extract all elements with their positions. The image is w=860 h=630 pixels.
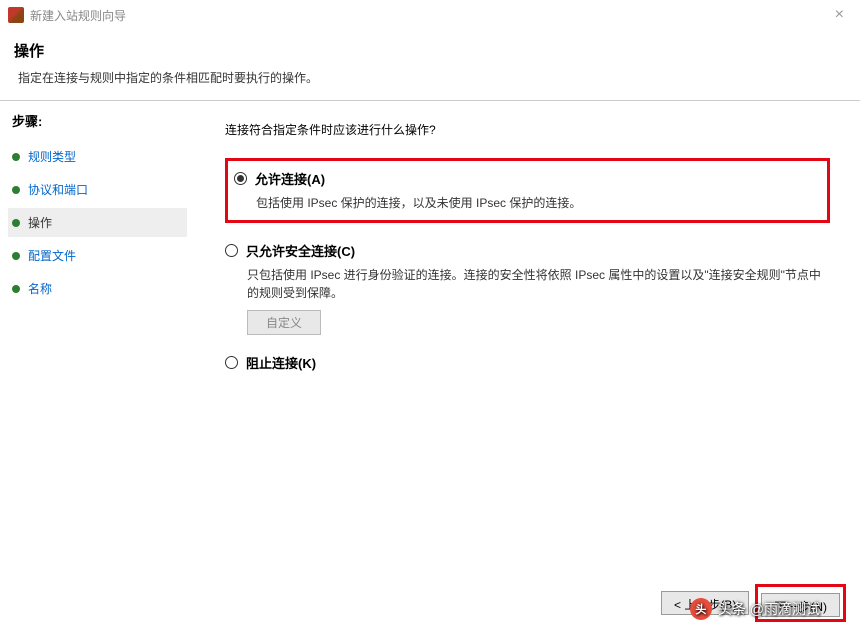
sidebar-item-label: 操作 [28,214,52,231]
option-description: 只包括使用 IPsec 进行身份验证的连接。连接的安全性将依照 IPsec 属性… [247,266,830,302]
sidebar-item-name[interactable]: 名称 [8,274,187,303]
radio-secure[interactable] [225,244,238,257]
sidebar-item-label: 协议和端口 [28,181,88,198]
content-question: 连接符合指定条件时应该进行什么操作? [225,121,830,138]
radio-label: 阻止连接(K) [246,353,316,372]
sidebar-item-profile[interactable]: 配置文件 [8,241,187,270]
steps-sidebar: 步骤: 规则类型 协议和端口 操作 配置文件 名称 [0,101,195,591]
radio-label: 允许连接(A) [255,169,325,188]
radio-label: 只允许安全连接(C) [246,241,355,260]
wizard-footer: < 上一步(B) 下一步(N) [661,584,846,622]
bullet-icon [12,186,20,194]
bullet-icon [12,252,20,260]
window-title: 新建入站规则向导 [30,7,126,24]
option-block-connection[interactable]: 阻止连接(K) [225,353,830,372]
customize-button: 自定义 [247,310,321,335]
bullet-icon [12,153,20,161]
next-highlight-box: 下一步(N) [755,584,846,622]
bullet-icon [12,219,20,227]
sidebar-item-label: 规则类型 [28,148,76,165]
bullet-icon [12,285,20,293]
sidebar-item-label: 名称 [28,280,52,297]
close-icon[interactable]: × [827,6,852,24]
next-button[interactable]: 下一步(N) [761,593,840,617]
app-icon [8,7,24,23]
sidebar-title: 步骤: [8,111,187,130]
radio-block[interactable] [225,356,238,369]
option-allow-connection[interactable]: 允许连接(A) 包括使用 IPsec 保护的连接，以及未使用 IPsec 保护的… [225,158,830,223]
titlebar: 新建入站规则向导 × [0,0,860,30]
wizard-header: 操作 指定在连接与规则中指定的条件相匹配时要执行的操作。 [0,30,860,101]
sidebar-item-action[interactable]: 操作 [8,208,187,237]
page-subtitle: 指定在连接与规则中指定的条件相匹配时要执行的操作。 [18,69,846,86]
page-title: 操作 [14,40,846,61]
option-allow-secure[interactable]: 只允许安全连接(C) 只包括使用 IPsec 进行身份验证的连接。连接的安全性将… [225,241,830,335]
sidebar-item-protocol-port[interactable]: 协议和端口 [8,175,187,204]
wizard-content: 连接符合指定条件时应该进行什么操作? 允许连接(A) 包括使用 IPsec 保护… [195,101,860,591]
sidebar-item-label: 配置文件 [28,247,76,264]
option-description: 包括使用 IPsec 保护的连接，以及未使用 IPsec 保护的连接。 [256,194,821,212]
radio-allow[interactable] [234,172,247,185]
back-button[interactable]: < 上一步(B) [661,591,749,615]
sidebar-item-rule-type[interactable]: 规则类型 [8,142,187,171]
